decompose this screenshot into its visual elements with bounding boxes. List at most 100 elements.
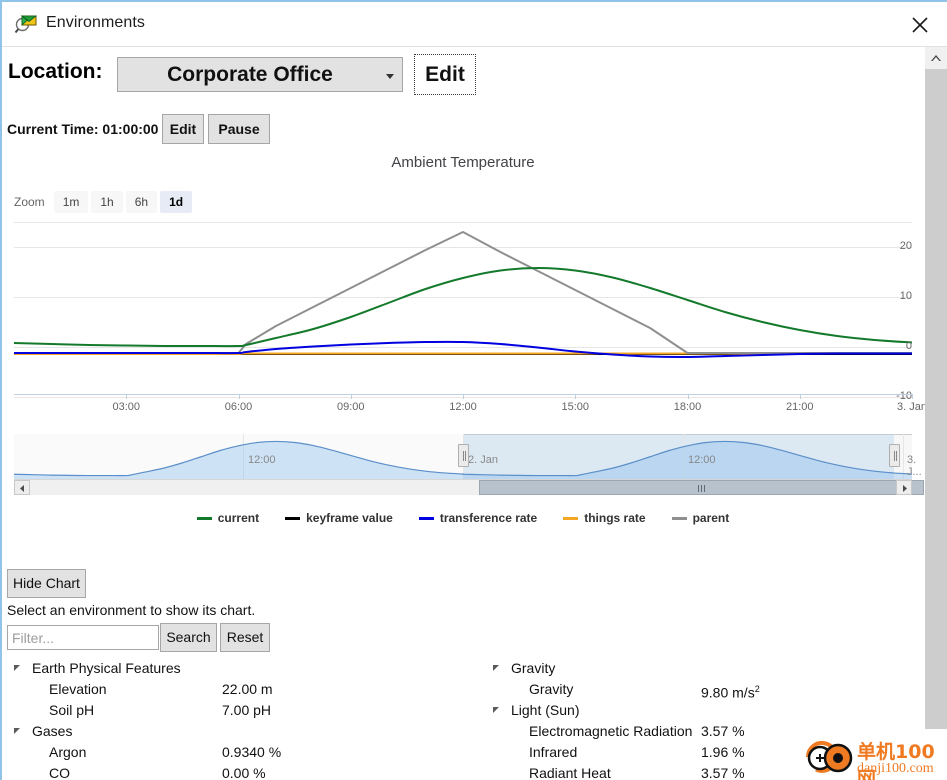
navigator-handle-left[interactable] bbox=[458, 444, 469, 467]
search-button[interactable]: Search bbox=[160, 623, 217, 652]
location-select-value: Corporate Office bbox=[167, 63, 333, 86]
x-axis-tickmark-7 bbox=[912, 394, 913, 399]
filter-input[interactable] bbox=[7, 625, 159, 650]
tree-item[interactable]: Soil pH 7.00 pH bbox=[2, 700, 472, 721]
tree-item-value: 0.9340 % bbox=[222, 744, 282, 760]
navigator-label-2: 12:00 bbox=[688, 454, 716, 466]
navigator-label-3: 3. J... bbox=[907, 454, 922, 478]
collapse-arrow-icon[interactable] bbox=[493, 707, 499, 713]
navigator-handle-right[interactable] bbox=[889, 444, 901, 467]
legend-label: things rate bbox=[584, 511, 646, 525]
navigator-label-1: 2. Jan bbox=[468, 454, 498, 466]
scrollbar-thumb[interactable] bbox=[479, 480, 925, 495]
chevron-down-icon bbox=[386, 74, 394, 79]
legend-item-things-rate[interactable]: things rate bbox=[563, 511, 646, 525]
scrollbar-right-arrow[interactable] bbox=[896, 480, 912, 495]
time-pause-button[interactable]: Pause bbox=[208, 114, 270, 144]
location-label: Location: bbox=[8, 60, 103, 83]
window-title: Environments bbox=[46, 14, 146, 31]
chart-plot-area bbox=[14, 222, 912, 398]
tree-group-label: Gravity bbox=[511, 660, 556, 676]
navigator-label-0: 12:00 bbox=[248, 454, 276, 466]
legend-label: transference rate bbox=[439, 511, 538, 525]
reset-button[interactable]: Reset bbox=[220, 623, 270, 652]
tree-item[interactable]: Gravity 9.80 m/s2 bbox=[479, 679, 919, 701]
tree-item-name: Electromagnetic Radiation bbox=[529, 723, 693, 739]
tree-item-value: 1.96 % bbox=[701, 744, 745, 760]
titlebar: Environments bbox=[2, 2, 947, 47]
tree-item[interactable]: Elevation 22.00 m bbox=[2, 679, 472, 700]
y-axis-tick-2: 0 bbox=[905, 340, 912, 352]
chart-legend: current keyframe value transference rate th… bbox=[2, 511, 924, 525]
x-axis-tickmark-2 bbox=[350, 394, 352, 399]
x-axis-tick-4: 15:00 bbox=[561, 401, 590, 413]
legend-label: keyframe value bbox=[306, 511, 393, 525]
tree-group-label: Earth Physical Features bbox=[32, 660, 181, 676]
legend-label: current bbox=[217, 511, 260, 525]
tree-item[interactable]: Radiant Heat 3.57 % bbox=[479, 763, 919, 780]
tree-item-value: 3.57 % bbox=[701, 723, 745, 739]
tree-item[interactable]: Infrared 1.96 % bbox=[479, 742, 919, 763]
magnifier-envelope-icon bbox=[14, 12, 38, 36]
tree-item[interactable]: Argon 0.9340 % bbox=[2, 742, 472, 763]
tree-group-gases[interactable]: Gases bbox=[2, 721, 472, 742]
tree-item-name: Radiant Heat bbox=[529, 765, 611, 780]
legend-swatch-icon bbox=[285, 516, 301, 520]
zoom-button-6h[interactable]: 6h bbox=[125, 191, 158, 213]
legend-label: parent bbox=[692, 511, 730, 525]
legend-item-keyframe-value[interactable]: keyframe value bbox=[285, 511, 393, 525]
x-axis-tick-3: 12:00 bbox=[449, 401, 477, 413]
environment-tree-right: Gravity Gravity 9.80 m/s2 Light (Sun) Electr… bbox=[479, 658, 919, 780]
zoom-button-1h[interactable]: 1h bbox=[91, 191, 123, 213]
legend-item-current[interactable]: current bbox=[196, 511, 260, 525]
tree-item-name: Gravity bbox=[529, 681, 574, 697]
scrollbar-left-arrow[interactable] bbox=[14, 480, 30, 495]
chart-zoom-controls: Zoom 1m 1h 6h 1d bbox=[14, 190, 193, 214]
tree-item-name: Argon bbox=[49, 744, 87, 760]
chart-navigator[interactable]: 12:00 2. Jan 12:00 3. J... bbox=[14, 434, 922, 479]
hide-chart-button[interactable]: Hide Chart bbox=[7, 569, 86, 598]
y-axis-tick-1: 10 bbox=[899, 290, 912, 302]
window-vertical-scrollbar[interactable] bbox=[925, 47, 947, 780]
x-axis-tickmark-3 bbox=[463, 394, 464, 399]
legend-swatch-icon bbox=[196, 516, 212, 520]
tree-item-value: 22.00 m bbox=[222, 681, 273, 697]
tree-item[interactable]: CO 0.00 % bbox=[2, 763, 472, 780]
tree-item-value-superscript: 2 bbox=[754, 684, 760, 694]
tree-group-label: Light (Sun) bbox=[511, 702, 580, 718]
x-axis-tickmark-0 bbox=[126, 394, 128, 399]
collapse-arrow-icon[interactable] bbox=[493, 665, 499, 671]
tree-item-value: 0.00 % bbox=[222, 765, 266, 780]
time-edit-button[interactable]: Edit bbox=[162, 114, 204, 144]
location-edit-label: Edit bbox=[425, 63, 465, 86]
y-axis-tick-0: 20 bbox=[899, 240, 912, 252]
x-axis-tick-6: 21:00 bbox=[785, 401, 814, 413]
x-axis-tickmark-6 bbox=[799, 394, 801, 399]
tree-group-gravity[interactable]: Gravity bbox=[479, 658, 919, 679]
environments-window: Environments Location: Corporate Office … bbox=[0, 0, 947, 780]
legend-item-transference-rate[interactable]: transference rate bbox=[418, 511, 538, 525]
collapse-arrow-icon[interactable] bbox=[14, 665, 20, 671]
chart-hint-text: Select an environment to show its chart. bbox=[7, 602, 256, 618]
close-icon[interactable] bbox=[907, 12, 933, 38]
zoom-button-1m[interactable]: 1m bbox=[53, 191, 89, 213]
location-select[interactable]: Corporate Office bbox=[117, 57, 403, 92]
scroll-up-button[interactable] bbox=[925, 47, 947, 69]
legend-swatch-icon bbox=[671, 516, 687, 520]
chart-scrollbar[interactable] bbox=[14, 479, 925, 495]
location-edit-button[interactable]: Edit bbox=[414, 54, 476, 95]
tree-item[interactable]: Electromagnetic Radiation 3.57 % bbox=[479, 721, 919, 742]
tree-group-label: Gases bbox=[32, 723, 73, 739]
collapse-arrow-icon[interactable] bbox=[14, 728, 20, 734]
zoom-button-1d[interactable]: 1d bbox=[160, 191, 193, 213]
legend-swatch-icon bbox=[563, 516, 579, 520]
tree-group-light-sun-[interactable]: Light (Sun) bbox=[479, 700, 919, 721]
vertical-scrollbar-thumb[interactable] bbox=[925, 69, 947, 729]
tree-item-name: CO bbox=[49, 765, 70, 780]
chart-title: Ambient Temperature bbox=[391, 154, 535, 171]
environment-tree-left: Earth Physical Features Elevation 22.00 m S… bbox=[2, 658, 472, 780]
legend-item-parent[interactable]: parent bbox=[671, 511, 730, 525]
x-axis-tick-0: 03:00 bbox=[112, 401, 141, 413]
series-current bbox=[14, 267, 912, 348]
tree-group-earth-physical-features[interactable]: Earth Physical Features bbox=[2, 658, 472, 679]
